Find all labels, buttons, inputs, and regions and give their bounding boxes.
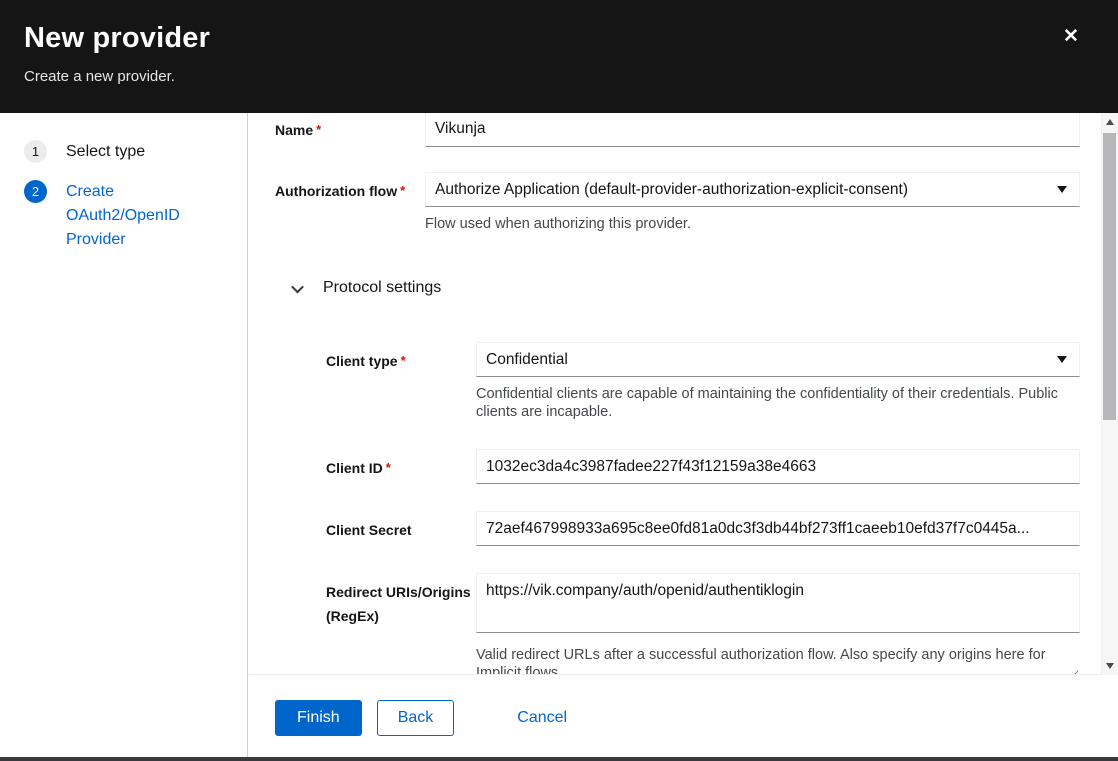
authorization-flow-select[interactable]: Authorize Application (default-provider-… [425,172,1080,207]
wizard-step-create-provider[interactable]: 2 Create OAuth2/OpenID Provider [24,180,235,252]
protocol-settings-label: Protocol settings [323,279,441,297]
client-id-input[interactable] [476,449,1080,484]
finish-button[interactable]: Finish [275,700,362,736]
cancel-button[interactable]: Cancel [517,700,567,736]
client-type-help: Confidential clients are capable of main… [476,385,1080,421]
wizard-step-select-type[interactable]: 1 Select type [24,140,235,164]
scrollbar-thumb[interactable] [1103,133,1116,420]
form-scroll-area: Name* Authorization flow* Authorize Appl… [249,113,1101,675]
field-row-name: Name* [275,113,1080,147]
new-provider-modal: New provider Create a new provider. ✕ 1 … [0,0,1118,761]
step-number-badge: 2 [24,180,47,203]
step-label: Create OAuth2/OpenID Provider [66,180,216,252]
page-subtitle: Create a new provider. [24,68,1094,85]
scroll-down-arrow-icon[interactable] [1102,658,1118,674]
chevron-down-icon [291,280,304,293]
close-icon[interactable]: ✕ [1058,24,1084,50]
redirect-uris-textarea[interactable]: https://vik.company/auth/openid/authenti… [476,573,1080,633]
client-secret-label: Client Secret [326,511,476,542]
required-asterisk: * [386,460,391,475]
field-row-authorization-flow: Authorization flow* Authorize Applicatio… [275,172,1080,233]
chevron-down-icon [1057,186,1067,193]
step-label: Select type [66,140,145,164]
name-label: Name* [275,113,425,142]
redirect-uris-help: Valid redirect URLs after a successful a… [476,646,1080,675]
field-row-client-type: Client type* Confidential Confidential c… [275,342,1080,421]
wizard-steps-sidebar: 1 Select type 2 Create OAuth2/OpenID Pro… [0,113,248,757]
field-row-redirect-uris: Redirect URIs/Origins (RegEx) https://vi… [275,573,1080,675]
redirect-uris-label: Redirect URIs/Origins (RegEx) [326,573,476,628]
background-page-strip [0,757,1118,761]
wizard-footer: Finish Back Cancel [249,675,1101,736]
authorization-flow-label: Authorization flow* [275,172,425,203]
client-id-label: Client ID* [326,449,476,480]
step-number-badge: 1 [24,140,47,163]
page-title: New provider [24,22,1094,55]
wizard-form-panel: Name* Authorization flow* Authorize Appl… [249,113,1101,757]
scroll-up-arrow-icon[interactable] [1102,114,1118,130]
protocol-settings-toggle[interactable]: Protocol settings [293,278,1080,298]
vertical-scrollbar[interactable] [1101,113,1118,675]
back-button[interactable]: Back [377,700,455,736]
required-asterisk: * [401,353,406,368]
required-asterisk: * [400,183,405,198]
chevron-down-icon [1057,356,1067,363]
required-asterisk: * [316,122,321,137]
client-type-select[interactable]: Confidential [476,342,1080,377]
name-input[interactable] [425,113,1080,147]
client-secret-input[interactable] [476,511,1080,546]
client-type-label: Client type* [326,342,476,373]
modal-header: New provider Create a new provider. ✕ [0,0,1118,113]
field-row-client-id: Client ID* [275,449,1080,484]
authorization-flow-help: Flow used when authorizing this provider… [425,215,1080,233]
field-row-client-secret: Client Secret [275,511,1080,546]
